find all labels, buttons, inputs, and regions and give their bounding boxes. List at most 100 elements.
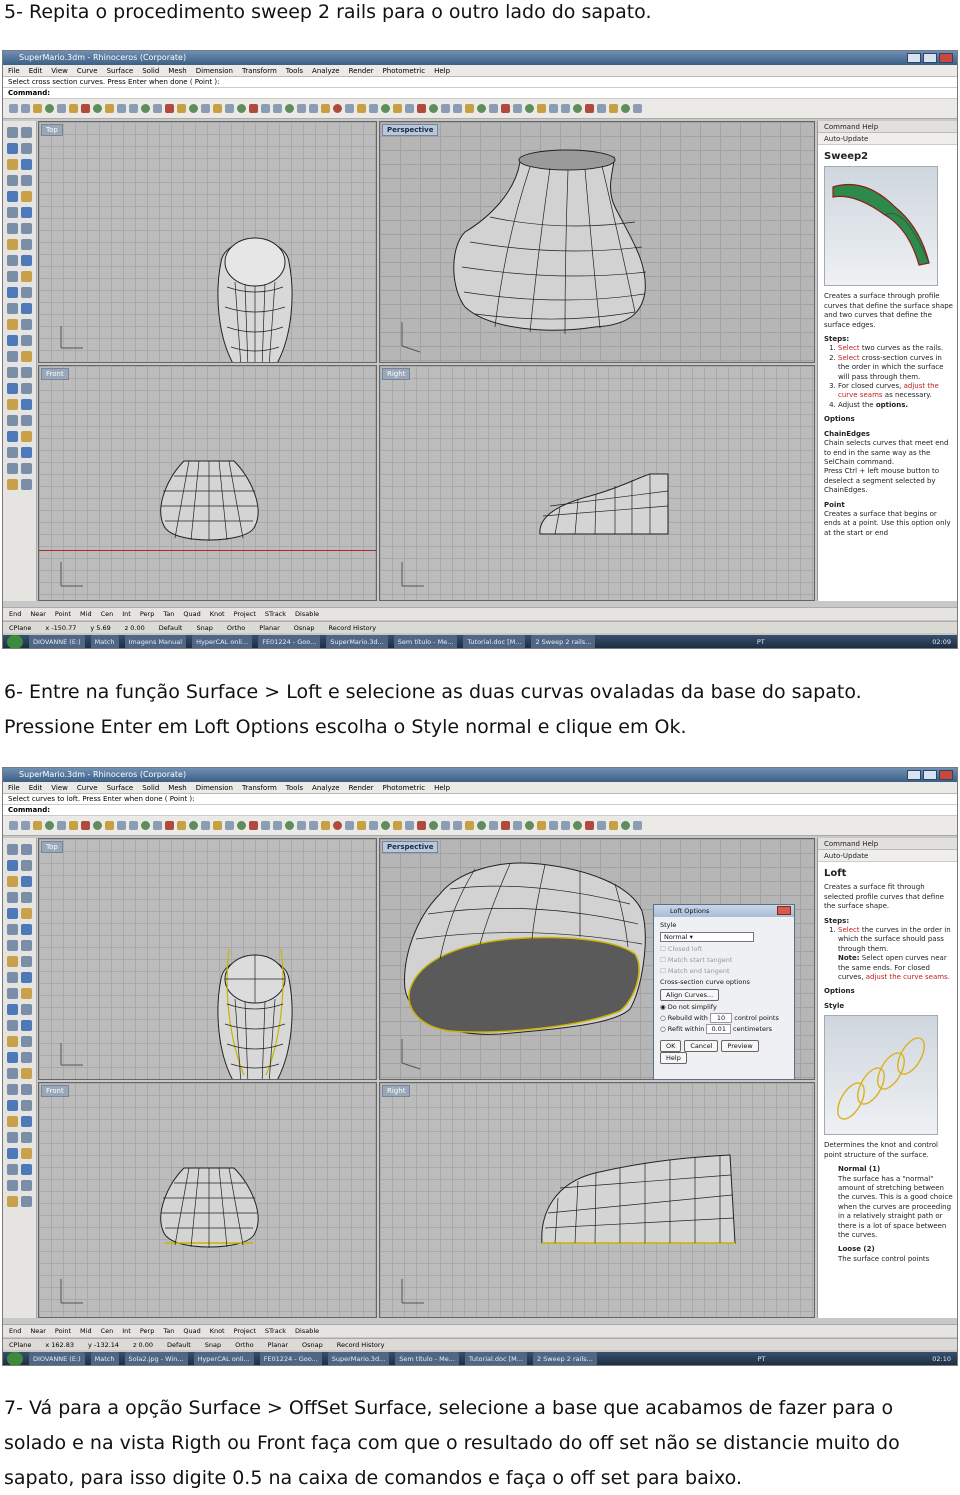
status-layer[interactable]: Default (167, 1339, 191, 1350)
do-not-simplify-radio[interactable]: ◉ Do not simplify (660, 1003, 788, 1012)
menu-analyze[interactable]: Analyze (312, 65, 340, 76)
status-osnap[interactable]: Osnap (302, 1339, 323, 1350)
status-ortho[interactable]: Ortho (227, 622, 245, 633)
taskbar-item[interactable]: HyperCAL onli... (193, 1352, 254, 1365)
start-button-icon[interactable] (7, 1352, 23, 1365)
osnap-tan[interactable]: Tan (163, 1325, 174, 1337)
osnap-mid[interactable]: Mid (80, 1325, 92, 1337)
status-snap[interactable]: Snap (196, 622, 212, 633)
menu-render[interactable]: Render (349, 782, 374, 793)
osnap-knot[interactable]: Knot (210, 608, 225, 620)
window-controls[interactable] (907, 770, 953, 780)
osnap-project[interactable]: Project (234, 1325, 256, 1337)
minimize-icon[interactable] (907, 53, 921, 63)
maximize-icon[interactable] (923, 53, 937, 63)
menu-mesh[interactable]: Mesh (168, 65, 186, 76)
auto-update-toggle[interactable]: Auto-Update (818, 133, 957, 145)
start-button-icon[interactable] (7, 635, 23, 648)
osnap-cen[interactable]: Cen (101, 608, 114, 620)
rebuild-with-radio[interactable]: ○ Rebuild with 10 control points (660, 1013, 788, 1023)
refit-within-radio[interactable]: ○ Refit within 0.01 centimeters (660, 1024, 788, 1034)
osnap-int[interactable]: Int (122, 608, 131, 620)
ok-button[interactable]: OK (660, 1040, 682, 1052)
taskbar-item[interactable]: SuperMario.3d... (327, 1352, 390, 1365)
status-ortho[interactable]: Ortho (235, 1339, 253, 1350)
menu-photometric[interactable]: Photometric (383, 65, 426, 76)
menu-curve[interactable]: Curve (77, 782, 98, 793)
menu-render[interactable]: Render (349, 65, 374, 76)
main-toolbar[interactable] (3, 121, 37, 601)
status-planar[interactable]: Planar (268, 1339, 288, 1350)
taskbar-item[interactable]: Sem título - Me... (395, 1352, 459, 1365)
maximize-icon[interactable] (923, 770, 937, 780)
taskbar-item[interactable]: Sola2.jpg - Win... (124, 1352, 188, 1365)
menu-solid[interactable]: Solid (142, 782, 159, 793)
viewport-right[interactable]: Right (379, 365, 815, 601)
osnap-mid[interactable]: Mid (80, 608, 92, 620)
status-snap[interactable]: Snap (205, 1339, 221, 1350)
menu-view[interactable]: View (51, 782, 68, 793)
dialog-close-icon[interactable] (777, 906, 791, 915)
osnap-near[interactable]: Near (30, 1325, 46, 1337)
taskbar-item[interactable]: Imagens Manual (124, 635, 187, 648)
align-curves-button[interactable]: Align Curves... (660, 989, 720, 1001)
osnap-disable[interactable]: Disable (295, 608, 319, 620)
menu-file[interactable]: File (8, 782, 20, 793)
taskbar-item[interactable]: 2 Sweep 2 rails... (532, 1352, 597, 1365)
menu-dimension[interactable]: Dimension (196, 782, 233, 793)
viewport-front[interactable]: Front (38, 365, 377, 601)
osnap-strack[interactable]: STrack (265, 608, 286, 620)
menu-help[interactable]: Help (434, 65, 450, 76)
match-end-tangent-checkbox[interactable]: ☐ Match end tangent (660, 967, 788, 976)
taskbar-item[interactable]: Tutorial.doc [M... (464, 1352, 527, 1365)
refit-tolerance-input[interactable]: 0.01 (706, 1024, 731, 1034)
viewport-right[interactable]: Right (379, 1082, 815, 1318)
taskbar-item[interactable]: HyperCAL onli... (192, 635, 253, 648)
taskbar-item[interactable]: 2 Sweep 2 rails... (531, 635, 596, 648)
preview-button[interactable]: Preview (721, 1040, 759, 1052)
osnap-near[interactable]: Near (30, 608, 46, 620)
osnap-point[interactable]: Point (55, 1325, 71, 1337)
menu-file[interactable]: File (8, 65, 20, 76)
help-step-link[interactable]: Select (838, 354, 860, 362)
standard-toolbar[interactable] (3, 816, 957, 836)
viewport-top[interactable]: Top (38, 838, 377, 1080)
cancel-button[interactable]: Cancel (684, 1040, 719, 1052)
match-start-tangent-checkbox[interactable]: ☐ Match start tangent (660, 956, 788, 965)
menu-tools[interactable]: Tools (286, 65, 303, 76)
menu-transform[interactable]: Transform (242, 65, 277, 76)
viewport-top[interactable]: Top (38, 121, 377, 363)
osnap-perp[interactable]: Perp (140, 1325, 155, 1337)
help-step-link[interactable]: Select (838, 344, 860, 352)
osnap-int[interactable]: Int (122, 1325, 131, 1337)
help-step-link[interactable]: options. (876, 401, 908, 409)
status-layer[interactable]: Default (159, 622, 183, 633)
standard-toolbar[interactable] (3, 99, 957, 119)
osnap-point[interactable]: Point (55, 608, 71, 620)
command-input[interactable]: Command: (3, 805, 957, 816)
panel-header[interactable]: Command Help (818, 838, 957, 850)
close-icon[interactable] (939, 770, 953, 780)
menu-edit[interactable]: Edit (29, 782, 43, 793)
osnap-quad[interactable]: Quad (183, 608, 200, 620)
taskbar-item[interactable]: DIOVANNE (E:) (29, 1352, 85, 1365)
menu-help[interactable]: Help (434, 782, 450, 793)
menu-mesh[interactable]: Mesh (168, 782, 186, 793)
menu-solid[interactable]: Solid (142, 65, 159, 76)
menu-view[interactable]: View (51, 65, 68, 76)
menu-surface[interactable]: Surface (107, 782, 134, 793)
osnap-perp[interactable]: Perp (140, 608, 155, 620)
osnap-knot[interactable]: Knot (210, 1325, 225, 1337)
menu-surface[interactable]: Surface (107, 65, 134, 76)
status-record-history[interactable]: Record History (329, 622, 377, 633)
menu-photometric[interactable]: Photometric (383, 782, 426, 793)
viewport-perspective[interactable]: Perspective (379, 121, 815, 363)
help-step-link[interactable]: Select (838, 926, 860, 934)
close-icon[interactable] (939, 53, 953, 63)
window-controls[interactable] (907, 53, 953, 63)
osnap-tan[interactable]: Tan (163, 608, 174, 620)
osnap-strack[interactable]: STrack (265, 1325, 286, 1337)
panel-header[interactable]: Command Help (818, 121, 957, 133)
taskbar-item[interactable]: SuperMario.3d... (326, 635, 388, 648)
status-record-history[interactable]: Record History (337, 1339, 385, 1350)
